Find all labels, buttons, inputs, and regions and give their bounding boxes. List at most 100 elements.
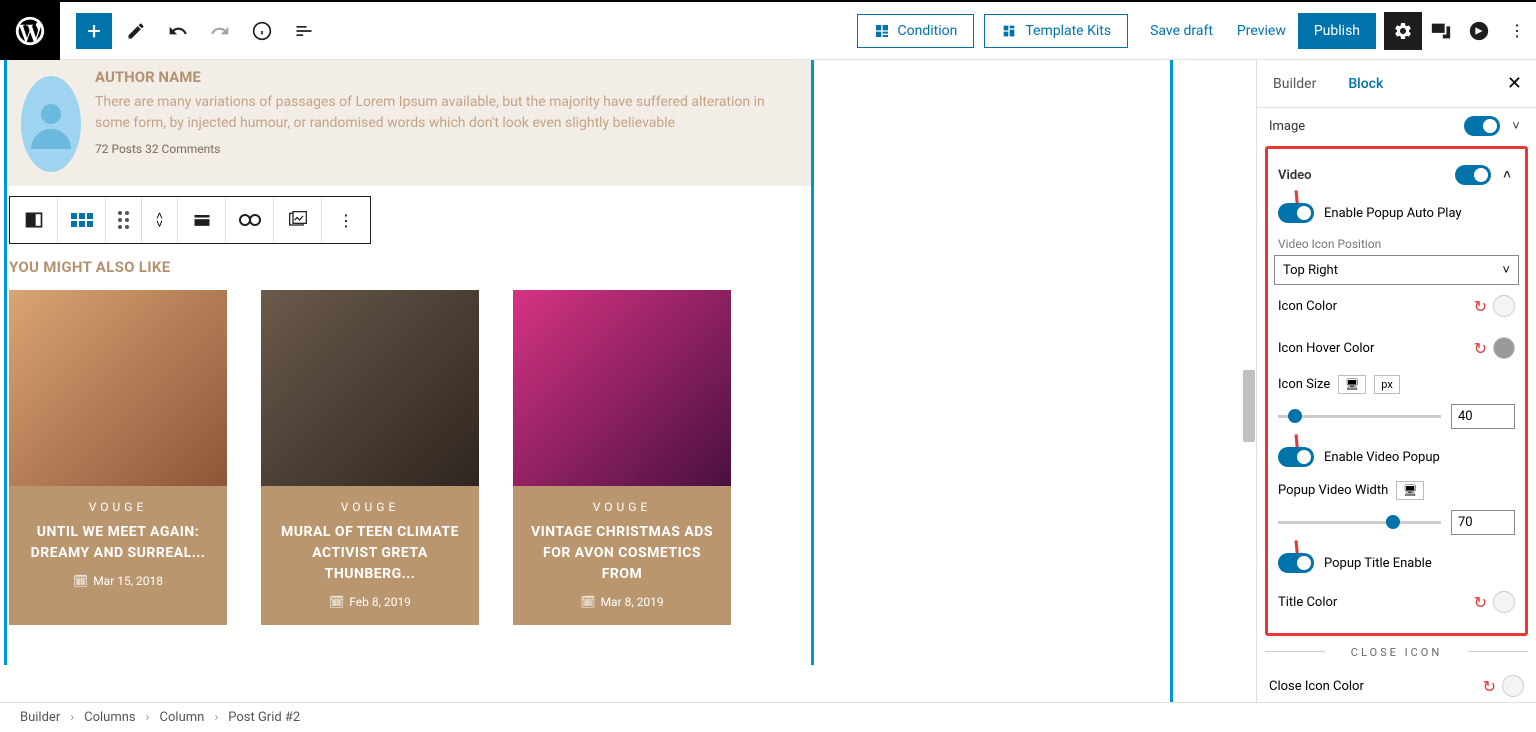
tb-column-icon[interactable] [10, 197, 58, 243]
sidebar-body: Image ˅ Video ˄ ↘ Enable Popup Auto Play… [1257, 108, 1536, 702]
tb-more-icon[interactable]: ⋮ [322, 197, 370, 243]
image-toggle[interactable] [1464, 116, 1500, 136]
topbar: + Condition Template Kits Save draft Pre… [0, 0, 1536, 60]
add-block-button[interactable]: + [76, 13, 112, 49]
popup-title-row: ↘ Popup Title Enable [1274, 545, 1519, 581]
popup-width-slider-row [1274, 506, 1519, 545]
card-category: VOUGE [19, 500, 217, 514]
video-panel-header[interactable]: Video ˄ [1274, 155, 1519, 195]
close-icon-divider: CLOSE ICON [1265, 636, 1528, 665]
icon-position-select[interactable]: Top Right ˅ [1274, 255, 1519, 285]
popup-width-input[interactable] [1451, 510, 1515, 535]
enable-popup-toggle[interactable] [1278, 447, 1314, 467]
icon-size-input[interactable] [1451, 404, 1515, 429]
icon-size-slider-row [1274, 400, 1519, 439]
color-swatch[interactable] [1502, 675, 1524, 697]
enable-popup-row: ↘ Enable Video Popup [1274, 439, 1519, 475]
settings-icon[interactable] [1384, 12, 1422, 50]
card-date: 🗓Feb 8, 2019 [271, 595, 469, 609]
card-date: 🗓Mar 8, 2019 [523, 595, 721, 609]
card-category: VOUGE [271, 500, 469, 514]
card-title: MURAL OF TEEN CLIMATE ACTIVIST GRETA THU… [271, 522, 469, 585]
card-image [9, 290, 227, 486]
video-settings-highlight: Video ˄ ↘ Enable Popup Auto Play Video I… [1265, 146, 1528, 636]
reset-icon[interactable]: ↻ [1474, 297, 1487, 316]
redo-icon[interactable] [202, 13, 238, 49]
auto-play-toggle[interactable] [1278, 203, 1314, 223]
popup-title-toggle[interactable] [1278, 553, 1314, 573]
card[interactable]: VOUGE UNTIL WE MEET AGAIN: DREAMY AND SU… [9, 290, 227, 625]
reset-icon[interactable]: ↻ [1483, 677, 1496, 696]
reset-icon[interactable]: ↻ [1474, 593, 1487, 612]
publish-button[interactable]: Publish [1298, 13, 1376, 49]
cards-row: VOUGE UNTIL WE MEET AGAIN: DREAMY AND SU… [7, 290, 811, 625]
color-swatch[interactable] [1493, 591, 1515, 613]
unit-select[interactable]: px [1374, 375, 1400, 394]
tb-drag-icon[interactable] [106, 197, 142, 243]
wordpress-logo[interactable] [0, 2, 60, 60]
tb-align-icon[interactable] [178, 197, 226, 243]
reset-icon[interactable]: ↻ [1474, 339, 1487, 358]
auto-play-row: ↘ Enable Popup Auto Play [1274, 195, 1519, 231]
color-swatch[interactable] [1493, 337, 1515, 359]
tab-block[interactable]: Block [1332, 62, 1399, 106]
device-icon[interactable]: 🖥 [1396, 481, 1424, 500]
edit-icon[interactable] [118, 13, 154, 49]
tb-image-icon[interactable] [274, 197, 322, 243]
popup-width-row: Popup Video Width 🖥 [1274, 475, 1519, 506]
info-icon[interactable] [244, 13, 280, 49]
tb-grid-icon[interactable] [58, 197, 106, 243]
breadcrumb-item[interactable]: Post Grid #2 [228, 710, 300, 725]
editor-column-empty [813, 60, 1173, 702]
popup-width-slider[interactable] [1278, 521, 1441, 524]
more-icon[interactable]: ⋮ [1498, 12, 1536, 50]
author-box: AUTHOR NAME There are many variations of… [7, 60, 811, 186]
icon-color-row: Icon Color ↻ [1274, 285, 1519, 327]
calendar-icon: 🗓 [329, 595, 344, 609]
close-icon-color-row: Close Icon Color ↻ [1265, 665, 1528, 702]
tb-link-icon[interactable] [226, 197, 274, 243]
close-icon[interactable]: ✕ [1493, 73, 1536, 94]
video-toggle[interactable] [1455, 165, 1491, 185]
responsive-icon[interactable] [1422, 12, 1460, 50]
chevron-up-icon: ˄ [1499, 167, 1515, 183]
top-actions: + [60, 13, 338, 49]
card-title: VINTAGE CHRISTMAS ADS FOR AVON COSMETICS… [523, 522, 721, 585]
card[interactable]: VOUGE VINTAGE CHRISTMAS ADS FOR AVON COS… [513, 290, 731, 625]
preview-button[interactable]: Preview [1225, 15, 1298, 47]
breadcrumb-item[interactable]: Columns [84, 710, 136, 725]
template-kits-button[interactable]: Template Kits [984, 14, 1128, 48]
card-image [513, 290, 731, 486]
section-title: YOU MIGHT ALSO LIKE [9, 258, 811, 276]
editor-canvas: AUTHOR NAME There are many variations of… [0, 60, 1256, 702]
card-date: 🗓Mar 15, 2018 [19, 574, 217, 588]
sidebar: Builder Block ✕ Image ˅ Video ˄ ↘ [1256, 60, 1536, 702]
tab-builder[interactable]: Builder [1257, 62, 1332, 106]
outline-icon[interactable] [286, 13, 322, 49]
breadcrumb-item[interactable]: Builder [20, 710, 60, 725]
card[interactable]: VOUGE MURAL OF TEEN CLIMATE ACTIVIST GRE… [261, 290, 479, 625]
plugin-icon[interactable] [1460, 12, 1498, 50]
author-meta: 72 Posts 32 Comments [95, 142, 797, 156]
sidebar-tabs: Builder Block ✕ [1257, 60, 1536, 108]
card-title: UNTIL WE MEET AGAIN: DREAMY AND SURREAL.… [19, 522, 217, 564]
tb-move-icon[interactable]: ˄˅ [142, 197, 178, 243]
block-toolbar: ˄˅ ⋮ [9, 196, 371, 244]
undo-icon[interactable] [160, 13, 196, 49]
calendar-icon: 🗓 [73, 574, 88, 588]
color-swatch[interactable] [1493, 295, 1515, 317]
icon-size-slider[interactable] [1278, 415, 1441, 418]
editor-column: AUTHOR NAME There are many variations of… [4, 60, 814, 665]
template-icon [1001, 23, 1017, 39]
breadcrumb: Builder› Columns› Column› Post Grid #2 [0, 702, 1536, 732]
image-panel-row[interactable]: Image ˅ [1265, 108, 1528, 146]
scrollbar[interactable] [1243, 370, 1255, 442]
avatar [21, 76, 81, 172]
author-name: AUTHOR NAME [95, 68, 797, 86]
breadcrumb-item[interactable]: Column [160, 710, 205, 725]
title-color-row: Title Color ↻ [1274, 581, 1519, 623]
condition-button[interactable]: Condition [857, 14, 975, 48]
card-image [261, 290, 479, 486]
device-icon[interactable]: 🖥 [1338, 375, 1366, 394]
save-draft-button[interactable]: Save draft [1138, 15, 1225, 47]
